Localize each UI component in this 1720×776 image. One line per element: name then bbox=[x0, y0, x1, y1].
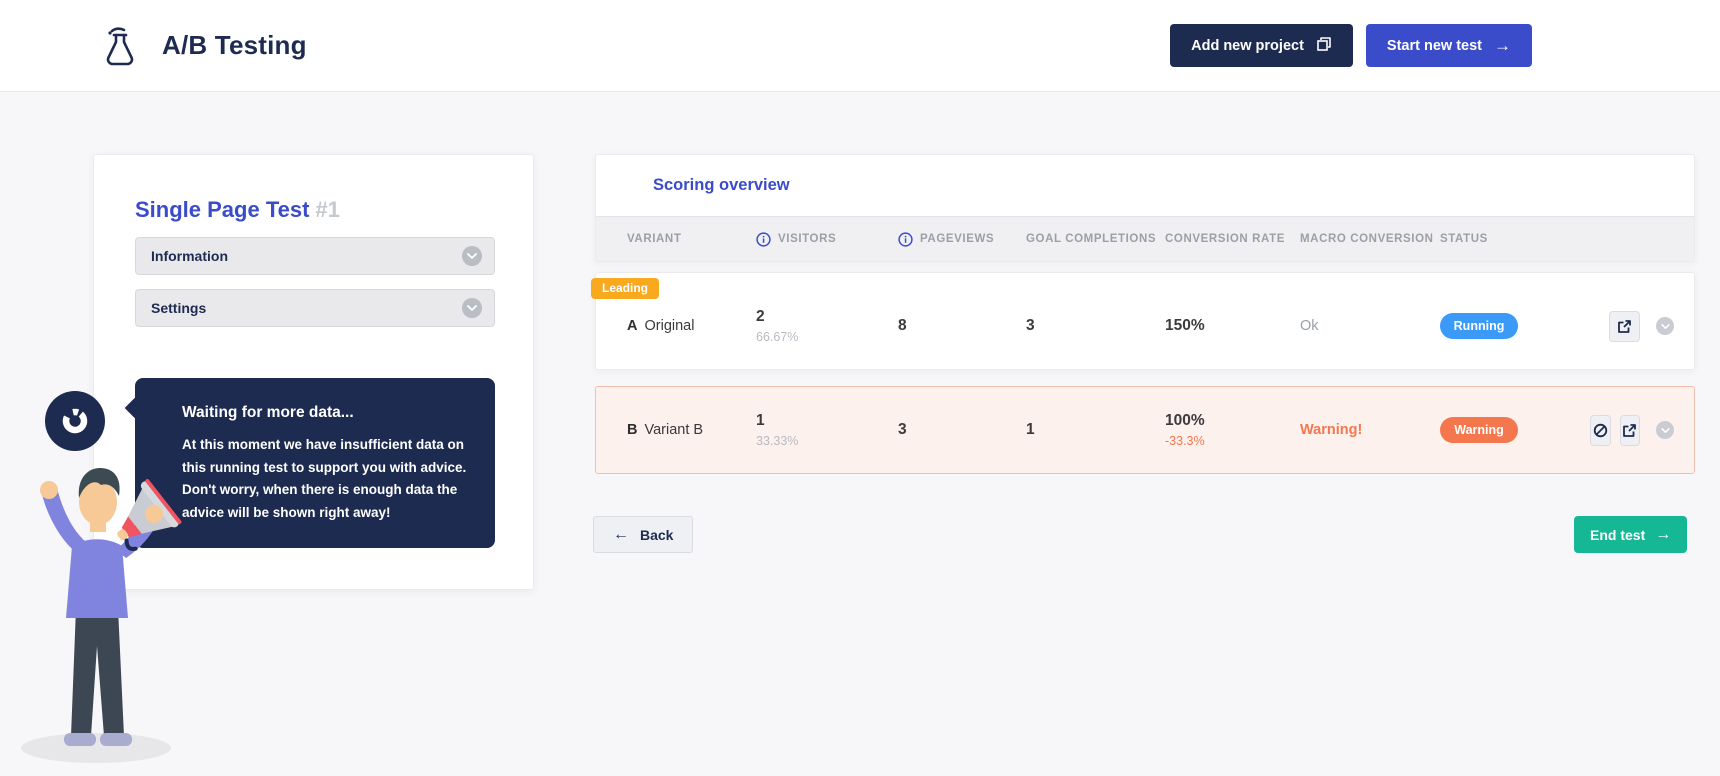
visitors-share: 33.33% bbox=[756, 434, 898, 448]
table-header-row: VARIANT VISITORS PAGEVIEWS GOAL COMPLETI… bbox=[596, 216, 1694, 261]
external-link-button[interactable] bbox=[1609, 311, 1640, 342]
goal-completions-cell: 3 bbox=[1026, 317, 1165, 335]
macro-conversion-cell: Ok bbox=[1300, 318, 1440, 334]
macro-conversion-cell: Warning! bbox=[1300, 422, 1440, 438]
variant-cell: A Original bbox=[627, 318, 756, 334]
end-test-label: End test bbox=[1590, 527, 1645, 543]
person-illustration bbox=[14, 450, 184, 770]
expand-row-chevron-icon[interactable] bbox=[1656, 317, 1674, 335]
visitors-value: 2 bbox=[756, 308, 898, 326]
info-icon[interactable] bbox=[898, 232, 913, 247]
header-actions: Add new project Start new test → bbox=[1170, 24, 1532, 67]
visitors-cell: 1 33.33% bbox=[756, 412, 898, 448]
column-header-status: STATUS bbox=[1440, 233, 1590, 245]
pageviews-cell: 3 bbox=[898, 421, 1026, 439]
column-header-visitors: VISITORS bbox=[756, 232, 898, 247]
copy-icon bbox=[1316, 36, 1332, 56]
disable-variant-button[interactable] bbox=[1590, 415, 1611, 446]
status-badge: Warning bbox=[1440, 417, 1518, 443]
chevron-down-icon bbox=[462, 298, 482, 318]
app-header: A/B Testing Add new project Start new te… bbox=[0, 0, 1720, 92]
app-title: A/B Testing bbox=[162, 30, 307, 61]
column-header-label: STATUS bbox=[1440, 233, 1488, 245]
column-header-label: VISITORS bbox=[778, 233, 836, 245]
start-new-test-label: Start new test bbox=[1387, 38, 1482, 54]
arrow-left-icon: ← bbox=[613, 527, 629, 543]
donut-chart-icon bbox=[45, 391, 105, 451]
column-header-label: PAGEVIEWS bbox=[920, 233, 994, 245]
chevron-down-icon bbox=[462, 246, 482, 266]
back-button-label: Back bbox=[640, 527, 673, 543]
column-header-label: MACRO CONVERSION bbox=[1300, 233, 1434, 245]
advice-title: Waiting for more data... bbox=[182, 404, 467, 422]
table-row-variant-b: B Variant B 1 33.33% 3 1 100% -33.3% Warn… bbox=[595, 386, 1695, 474]
add-new-project-label: Add new project bbox=[1191, 38, 1304, 54]
accordion-information[interactable]: Information bbox=[135, 237, 495, 275]
conversion-rate-value: 100% bbox=[1165, 412, 1300, 430]
visitors-value: 1 bbox=[756, 412, 898, 430]
test-title-text: Single Page Test bbox=[135, 197, 309, 222]
shadow bbox=[21, 733, 171, 763]
add-new-project-button[interactable]: Add new project bbox=[1170, 24, 1353, 67]
brand: A/B Testing bbox=[100, 24, 307, 68]
advice-body: At this moment we have insufficient data… bbox=[182, 434, 474, 525]
row-actions bbox=[1590, 415, 1674, 446]
column-header-pageviews: PAGEVIEWS bbox=[898, 232, 1026, 247]
column-header-variant: VARIANT bbox=[627, 233, 756, 245]
test-title: Single Page Test#1 bbox=[135, 197, 493, 223]
variant-name: Original bbox=[644, 318, 694, 334]
table-row-variant-a: Leading AOriginal 2 66.67% 8 3 150% Ok R… bbox=[595, 272, 1695, 370]
accordion-information-label: Information bbox=[151, 248, 228, 264]
accordion-settings-label: Settings bbox=[151, 300, 206, 316]
pageviews-value: 8 bbox=[898, 317, 1026, 335]
scoring-title: Scoring overview bbox=[653, 176, 790, 195]
variant-name: Variant B bbox=[644, 422, 703, 438]
pageviews-cell: 8 bbox=[898, 317, 1026, 335]
pageviews-value: 3 bbox=[898, 421, 1026, 439]
test-number: #1 bbox=[315, 197, 339, 222]
advice-bubble: Waiting for more data... At this moment … bbox=[135, 378, 495, 548]
goal-completions-cell: 1 bbox=[1026, 421, 1165, 439]
ab-testing-page: A/B Testing Add new project Start new te… bbox=[0, 0, 1720, 776]
end-test-button[interactable]: End test → bbox=[1574, 516, 1687, 553]
goal-completions-value: 3 bbox=[1026, 317, 1165, 335]
scoring-title-bar: Scoring overview bbox=[596, 155, 1694, 216]
expand-row-chevron-icon[interactable] bbox=[1656, 421, 1674, 439]
status-cell: Warning bbox=[1440, 417, 1590, 443]
column-header-macro-conversion: MACRO CONVERSION bbox=[1300, 233, 1440, 245]
conversion-delta: -33.3% bbox=[1165, 434, 1300, 448]
arrow-right-icon: → bbox=[1494, 37, 1511, 54]
conversion-rate-value: 150% bbox=[1165, 317, 1300, 335]
leading-badge: Leading bbox=[591, 278, 659, 299]
column-header-label: GOAL COMPLETIONS bbox=[1026, 233, 1156, 245]
variant-letter: B bbox=[627, 422, 637, 438]
visitors-cell: 2 66.67% bbox=[756, 308, 898, 344]
variant-cell: B Variant B bbox=[627, 422, 756, 438]
conversion-rate-cell: 100% -33.3% bbox=[1165, 412, 1300, 448]
flask-icon bbox=[100, 24, 140, 68]
accordion-settings[interactable]: Settings bbox=[135, 289, 495, 327]
column-header-label: VARIANT bbox=[627, 233, 681, 245]
arrow-right-icon: → bbox=[1655, 527, 1671, 543]
external-link-button[interactable] bbox=[1620, 415, 1641, 446]
conversion-rate-cell: 150% bbox=[1165, 317, 1300, 335]
status-cell: Running bbox=[1440, 313, 1590, 339]
goal-completions-value: 1 bbox=[1026, 421, 1165, 439]
scoring-overview-card: Scoring overview VARIANT VISITORS PAGEVI… bbox=[595, 154, 1695, 262]
status-badge: Running bbox=[1440, 313, 1518, 339]
back-button[interactable]: ← Back bbox=[593, 516, 693, 553]
info-icon[interactable] bbox=[756, 232, 771, 247]
column-header-goal-completions: GOAL COMPLETIONS bbox=[1026, 233, 1165, 245]
variant-letter: A bbox=[627, 318, 637, 334]
row-actions bbox=[1590, 311, 1674, 342]
start-new-test-button[interactable]: Start new test → bbox=[1366, 24, 1532, 67]
column-header-label: CONVERSION RATE bbox=[1165, 233, 1285, 245]
visitors-share: 66.67% bbox=[756, 330, 898, 344]
column-header-conversion-rate: CONVERSION RATE bbox=[1165, 233, 1300, 245]
